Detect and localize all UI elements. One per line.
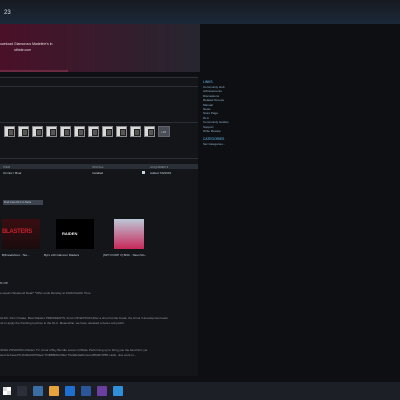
file-explorer-icon[interactable] <box>49 386 59 396</box>
banner-line-1: ownload Glamorous Madeline's in <box>0 42 53 46</box>
achievement-icon[interactable] <box>46 126 57 137</box>
dlc-name: Omnia I: Boar <box>3 171 22 175</box>
more-achievements-label: +15 <box>161 130 167 134</box>
search-icon[interactable] <box>17 386 27 396</box>
links-header: LINKS <box>203 80 213 84</box>
achievement-icon[interactable] <box>88 126 99 137</box>
divider <box>0 77 198 78</box>
achievement-icon[interactable] <box>60 126 71 137</box>
divider <box>0 122 198 123</box>
banner-strip <box>0 70 68 72</box>
categories-header: CATEGORIES <box>203 137 225 142</box>
achievement-icon[interactable] <box>18 126 29 137</box>
title-bar: 23 <box>0 0 400 24</box>
workshop-thumb-text: BLASTERS <box>2 229 32 235</box>
steam-icon[interactable] <box>113 386 123 396</box>
achievement-icon[interactable] <box>74 126 85 137</box>
news-line: e week's Weekend Deal!* *Offer ends Mond… <box>0 291 92 295</box>
dlc-col-item[interactable]: ITEM <box>3 165 10 169</box>
game-title: 23 <box>4 10 11 16</box>
dlc-state: Installed <box>92 171 104 175</box>
workshop-item-caption[interactable]: Byrs x20 Glamour Raiders <box>44 253 79 257</box>
dlc-acquired: Added 7/9/2015 <box>150 171 172 175</box>
sidebar: LINKS Community Hub Achievements Discuss… <box>203 80 283 147</box>
news-line: wed 4e7aee27b16n8dc097f0ae2 ThtBB8f2bcr8… <box>0 353 137 357</box>
sidebar-link-write-review[interactable]: Write Review <box>203 129 283 133</box>
achievement-icon[interactable] <box>32 126 43 137</box>
achievement-icon[interactable] <box>144 126 155 137</box>
dlc-col-install[interactable]: INSTALL <box>92 165 104 169</box>
workshop-item-caption[interactable]: [SPY.COOP V] BNC - Steel Mo... <box>103 253 147 257</box>
dlc-table-header: ITEM INSTALL ACQUIRED ▾ <box>0 164 198 169</box>
find-dlc-button[interactable]: Find more DLC in Store <box>3 200 43 205</box>
task-view-icon[interactable] <box>33 386 43 396</box>
workshop-item-thumbnail[interactable]: BLASTERS <box>2 219 40 249</box>
divider <box>0 158 198 159</box>
divider <box>0 86 198 87</box>
workshop-item-thumbnail[interactable] <box>114 219 144 249</box>
workshop-item-caption[interactable]: B|Freakshoot - Tax... <box>2 253 30 257</box>
set-categories-link[interactable]: Set Categories... <box>203 142 283 146</box>
achievements-row: +15 <box>4 126 170 137</box>
taskbar <box>0 382 400 400</box>
game-banner[interactable]: ownload Glamorous Madeline's in othide.c… <box>0 24 200 72</box>
windows-start-icon[interactable] <box>3 387 11 395</box>
news-line: 4NGH ZIPHZONG Raiden TV: Arma 3 Buy Bund… <box>0 348 148 352</box>
dlc-col-acquired[interactable]: ACQUIRED ▾ <box>150 165 168 169</box>
achievement-icon[interactable] <box>130 126 141 137</box>
word-icon[interactable] <box>81 386 91 396</box>
news-line: ALSO: DLC Omake, Best Raiders PRESIDENTS… <box>0 316 169 320</box>
news-line: nd to apply the finishing touches to the… <box>0 321 125 325</box>
dlc-row[interactable]: Omnia I: Boar Installed Added 7/9/2015 <box>0 170 198 175</box>
achievement-icon[interactable] <box>116 126 127 137</box>
browser-icon[interactable] <box>65 386 75 396</box>
app-icon[interactable] <box>97 386 107 396</box>
achievement-icon[interactable] <box>102 126 113 137</box>
achievement-icon[interactable] <box>4 126 15 137</box>
workshop-thumb-text: RAIDEN <box>62 231 78 236</box>
news-heading[interactable]: % Off <box>0 281 7 285</box>
workshop-item-thumbnail[interactable]: RAIDEN <box>56 219 94 249</box>
dlc-install-checkbox[interactable] <box>142 171 145 174</box>
more-achievements-button[interactable]: +15 <box>158 126 170 137</box>
banner-line-2: othide.com <box>14 48 32 52</box>
